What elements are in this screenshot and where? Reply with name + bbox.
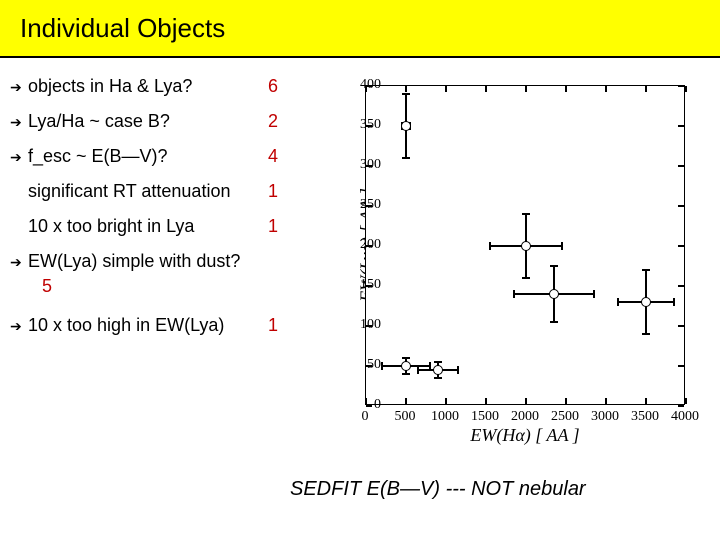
y-tick-label: 150 xyxy=(360,277,381,293)
x-axis-label: EW(Hα) [ AA ] xyxy=(365,425,685,446)
bullet-value: 2 xyxy=(268,111,298,132)
bullet-text: EW(Lya) simple with dust? xyxy=(28,251,288,272)
y-tick-label: 200 xyxy=(360,237,381,253)
bullet-text: f_esc ~ E(B—V)? xyxy=(28,146,268,167)
bullet-text: 10 x too high in EW(Lya) xyxy=(28,315,268,336)
x-tick-label: 1500 xyxy=(471,409,499,425)
x-tick-label: 3000 xyxy=(591,409,619,425)
y-tick-label: 0 xyxy=(374,397,381,413)
bullet-value: 6 xyxy=(268,76,298,97)
y-tick-label: 300 xyxy=(360,157,381,173)
x-tick-label: 500 xyxy=(395,409,416,425)
data-point xyxy=(641,297,651,307)
arrow-icon: ➔ xyxy=(10,111,28,131)
y-tick-label: 250 xyxy=(360,197,381,213)
x-tick-label: 3500 xyxy=(631,409,659,425)
x-tick-label: 2500 xyxy=(551,409,579,425)
sub-text: 10 x too bright in Lya xyxy=(28,216,268,237)
x-tick-label: 4000 xyxy=(671,409,699,425)
sub-value: 1 xyxy=(268,216,298,237)
bullet-text: Lya/Ha ~ case B? xyxy=(28,111,268,132)
y-tick-label: 400 xyxy=(360,77,381,93)
arrow-icon: ➔ xyxy=(10,315,28,335)
footer-note: SEDFIT E(B—V) --- NOT nebular xyxy=(290,478,586,501)
plot-area xyxy=(365,85,685,405)
bullet-text: objects in Ha & Lya? xyxy=(28,76,268,97)
bullet-value: 1 xyxy=(268,315,298,336)
y-tick-label: 100 xyxy=(360,317,381,333)
x-tick-label: 2000 xyxy=(511,409,539,425)
sub-text: significant RT attenuation xyxy=(28,181,268,202)
data-point xyxy=(521,241,531,251)
arrow-icon: ➔ xyxy=(10,146,28,166)
y-tick-label: 350 xyxy=(360,117,381,133)
slide-title: Individual Objects xyxy=(20,13,225,44)
x-tick-label: 0 xyxy=(362,409,369,425)
bullet-value: 4 xyxy=(268,146,298,167)
scatter-chart: EW(Lyα) [ AA ] EW(Hα) [ AA ] 05010015020… xyxy=(305,75,705,455)
data-point xyxy=(433,365,443,375)
data-point xyxy=(401,121,411,131)
y-tick-label: 50 xyxy=(367,357,381,373)
arrow-icon: ➔ xyxy=(10,251,28,271)
data-point xyxy=(549,289,559,299)
arrow-icon: ➔ xyxy=(10,76,28,96)
title-bar: Individual Objects xyxy=(0,0,720,58)
sub-value: 1 xyxy=(268,181,298,202)
data-point xyxy=(401,361,411,371)
slide: Individual Objects ➔ objects in Ha & Lya… xyxy=(0,0,720,540)
x-tick-label: 1000 xyxy=(431,409,459,425)
